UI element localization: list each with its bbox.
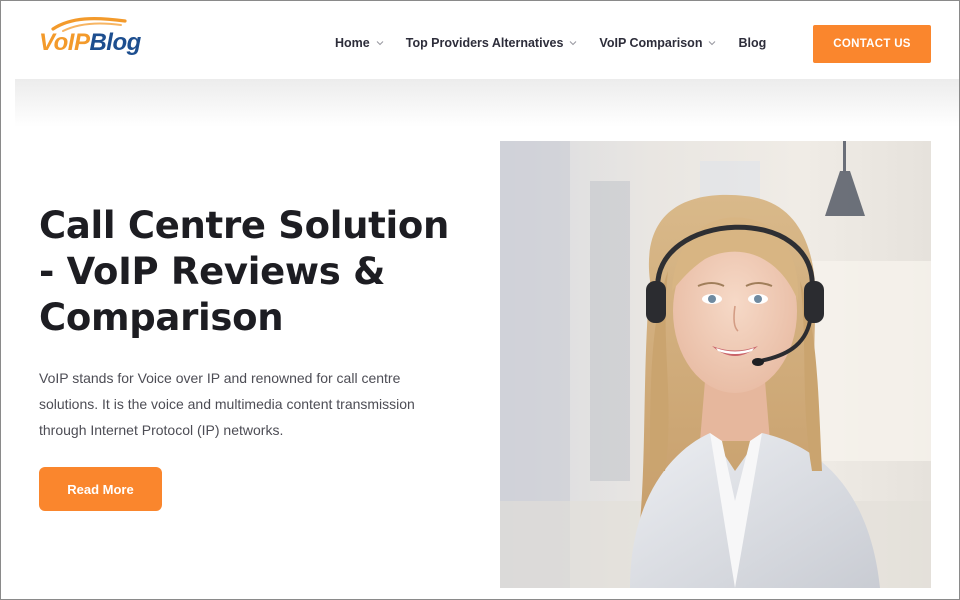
header-shadow [15,79,959,127]
hero-title: Call Centre Solution - VoIP Reviews & Co… [39,204,450,339]
nav-item-home[interactable]: Home [335,36,384,50]
main-nav: Home Top Providers Alternatives VoIP Com… [335,36,766,50]
nav-item-label: Home [335,36,370,50]
site-logo[interactable]: VoIPBlog [39,15,151,61]
read-more-button[interactable]: Read More [39,467,162,511]
page: VoIPBlog Home Top Providers Alternatives… [0,0,960,600]
nav-item-label: Blog [738,36,767,50]
chevron-down-icon [709,41,716,46]
chevron-down-icon [570,41,577,46]
site-header: VoIPBlog Home Top Providers Alternatives… [1,1,959,81]
logo-voip-text: VoIP [39,29,90,56]
call-centre-agent-photo-icon [500,141,931,588]
contact-us-button[interactable]: CONTACT US [813,25,931,63]
logo-wordmark: VoIPBlog [39,29,141,57]
nav-item-label: VoIP Comparison [599,36,703,50]
hero-image [500,141,931,588]
hero-description: VoIP stands for Voice over IP and renown… [39,370,415,438]
nav-item-voip-comparison[interactable]: VoIP Comparison [599,36,716,50]
nav-item-top-providers-alternatives[interactable]: Top Providers Alternatives [406,36,578,50]
logo-blog-text: Blog [89,29,141,56]
nav-item-label: Top Providers Alternatives [405,36,564,50]
nav-item-blog[interactable]: Blog [738,36,766,50]
chevron-down-icon [376,41,384,46]
